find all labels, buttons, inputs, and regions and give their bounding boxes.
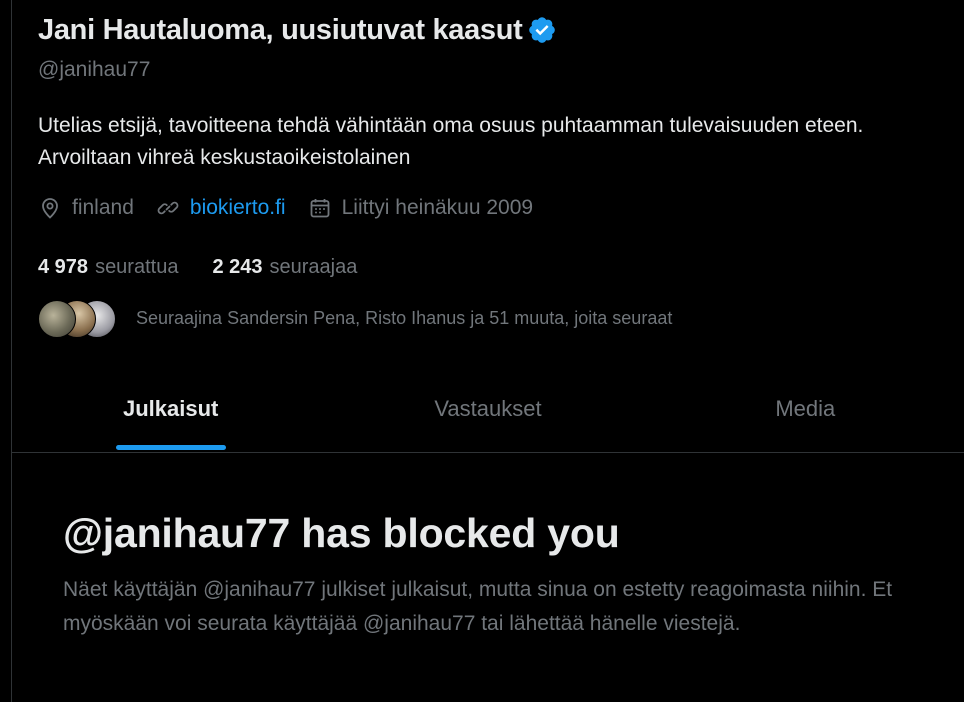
profile-bio: Utelias etsijä, tavoitteena tehdä vähint… (38, 114, 864, 169)
tab-label: Vastaukset (434, 396, 542, 421)
location-pin-icon (42, 198, 58, 219)
profile-handle: @janihau77 (38, 58, 151, 81)
profile-tabs: Julkaisut Vastaukset Media (12, 380, 964, 452)
joined-text: Liittyi heinäkuu 2009 (341, 196, 534, 219)
tab-media[interactable]: Media (647, 380, 964, 452)
follower-avatars (38, 299, 116, 338)
tab-label: Julkaisut (122, 396, 219, 421)
blocked-message: Näet käyttäjän @janihau77 julkiset julka… (63, 578, 893, 635)
following-label: seurattua (95, 255, 179, 278)
location-text: finland (72, 196, 134, 219)
verified-badge-icon[interactable] (527, 15, 557, 45)
followers-you-know[interactable]: Seuraajina Sandersin Pena, Risto Ihanus … (38, 298, 672, 338)
calendar-icon (310, 199, 330, 218)
website-link[interactable]: biokierto.fi (190, 196, 286, 220)
column-border (11, 0, 12, 702)
followers-count: 2 243 (212, 255, 263, 278)
website-item: biokierto.fi (156, 196, 286, 220)
joined-item: Liittyi heinäkuu 2009 (308, 196, 533, 220)
followers-label: seuraajaa (269, 255, 358, 278)
blocked-title: @janihau77 has blocked you (63, 510, 620, 556)
profile-meta: finland biokierto.fi Liittyi heinäkuu 20… (38, 192, 555, 224)
display-name: Jani Hautaluoma, uusiutuvat kaasut (38, 13, 523, 46)
location-item: finland (38, 196, 134, 220)
following-count: 4 978 (38, 255, 89, 278)
link-icon (157, 201, 179, 215)
tab-posts[interactable]: Julkaisut (12, 380, 329, 452)
followers-you-know-text: Seuraajina Sandersin Pena, Risto Ihanus … (136, 307, 673, 328)
avatar (38, 300, 76, 338)
tabs-divider (12, 452, 964, 453)
active-tab-indicator (115, 445, 226, 450)
tab-label: Media (775, 396, 836, 421)
blocked-notice: @janihau77 has blocked you Näet käyttäjä… (63, 505, 943, 641)
name-row: Jani Hautaluoma, uusiutuvat kaasut (38, 12, 557, 48)
follow-stats: 4 978 seurattua 2 243 seuraajaa (38, 252, 391, 282)
tab-replies[interactable]: Vastaukset (329, 380, 646, 452)
following-stat[interactable]: 4 978 seurattua (38, 256, 178, 279)
followers-stat[interactable]: 2 243 seuraajaa (212, 256, 357, 279)
